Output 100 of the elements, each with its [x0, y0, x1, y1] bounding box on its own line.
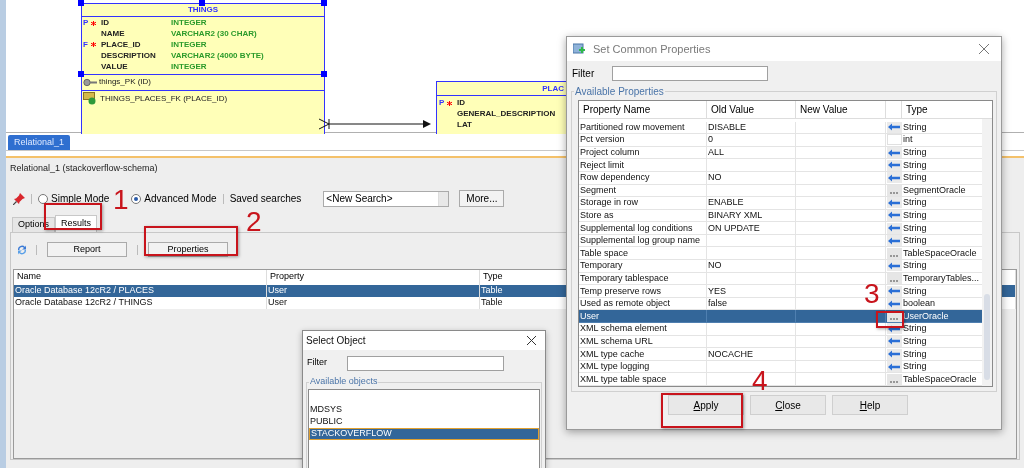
refresh-icon[interactable]: [16, 243, 28, 256]
selection-handle[interactable]: [321, 71, 327, 77]
more-button[interactable]: More...: [459, 190, 505, 207]
column-header[interactable]: Old Value: [707, 101, 796, 118]
column-name: VALUE: [101, 60, 129, 73]
arrow-icon: [888, 299, 900, 308]
table-cell: Row dependency: [579, 171, 707, 185]
table-cell: Pct version: [579, 134, 707, 147]
table-cell: ALL: [707, 146, 796, 160]
property-row[interactable]: Partitioned row movement DISABLE String: [579, 121, 982, 135]
property-row[interactable]: User UserOracle: [579, 310, 982, 324]
table-node[interactable]: PLAC P ID GENERAL_DESCRIPTION LAT: [436, 81, 566, 134]
step-number: 1: [113, 186, 129, 214]
diagram-tab[interactable]: Relational_1: [8, 135, 71, 150]
property-row[interactable]: XML schema URL String: [579, 335, 982, 349]
scrollbar[interactable]: [982, 118, 992, 386]
reset-value-button[interactable]: [886, 260, 902, 272]
reset-value-button[interactable]: [886, 361, 902, 373]
table-cell: Partitioned row movement: [579, 121, 707, 135]
report-button[interactable]: Report: [47, 242, 127, 257]
reset-value-button[interactable]: [886, 285, 902, 297]
property-row[interactable]: XML type cache NOCACHE String: [579, 348, 982, 361]
arrow-icon: [888, 211, 900, 220]
property-row[interactable]: Table space TableSpaceOracle: [579, 247, 982, 261]
arrow-icon: [888, 198, 900, 207]
browse-button[interactable]: [886, 247, 902, 259]
filter-field[interactable]: [612, 65, 768, 81]
step-number: 2: [246, 208, 262, 236]
reset-value-button[interactable]: [886, 298, 902, 310]
key-marker: P: [439, 97, 445, 110]
reset-value-button[interactable]: [886, 335, 902, 347]
property-row[interactable]: Segment SegmentOracle: [579, 184, 982, 198]
ellipsis-icon: [890, 279, 898, 282]
arrow-icon: [888, 362, 900, 371]
browse-button[interactable]: [886, 272, 902, 284]
list-item[interactable]: MDSYS: [309, 404, 539, 416]
arrow-icon: [888, 337, 900, 346]
dialog-button[interactable]: Help: [832, 395, 908, 415]
foreign-key-icon: [83, 92, 98, 106]
table-cell: Supplemental log conditions: [579, 222, 707, 235]
reset-value-button[interactable]: [886, 323, 902, 335]
dialog-button[interactable]: Close: [750, 395, 826, 415]
selection-handle[interactable]: [78, 0, 84, 6]
property-row[interactable]: Supplemental log group name String: [579, 234, 982, 248]
reset-value-button[interactable]: [886, 197, 902, 209]
reset-value-button[interactable]: [886, 235, 902, 247]
radio-label: Simple Mode: [51, 192, 110, 206]
key-marker: F: [83, 39, 88, 51]
column-type: INTEGER: [171, 39, 207, 51]
property-row[interactable]: Store as BINARY XML String: [579, 209, 982, 223]
ellipsis-icon: [890, 380, 898, 383]
table-cell: Segment: [579, 184, 707, 198]
table-cell: Reject limit: [579, 159, 707, 172]
table-cell: 0: [707, 134, 796, 147]
dialog-button[interactable]: Apply: [668, 395, 744, 415]
radio-button[interactable]: [131, 193, 142, 204]
property-row[interactable]: Temporary NO String: [579, 260, 982, 273]
table-cell: Temporary: [579, 260, 707, 273]
browse-button[interactable]: [886, 184, 902, 196]
column-type: VARCHAR2 (30 CHAR): [171, 28, 257, 41]
browse-button[interactable]: [886, 373, 902, 385]
reset-value-button[interactable]: [886, 121, 902, 133]
property-row[interactable]: Storage in row ENABLE String: [579, 197, 982, 210]
selection-handle[interactable]: [78, 71, 84, 77]
arrow-icon: [888, 261, 900, 270]
column-header[interactable]: Name: [14, 269, 267, 285]
reset-value-button[interactable]: [886, 159, 902, 171]
close-icon[interactable]: [527, 336, 536, 345]
column-header[interactable]: New Value: [796, 101, 886, 118]
selection-handle[interactable]: [321, 0, 327, 6]
pin-icon[interactable]: [13, 192, 25, 205]
saved-search-dropdown[interactable]: <New Search>: [323, 190, 450, 207]
arrow-icon: [888, 173, 900, 182]
column-header[interactable]: Property: [267, 269, 480, 285]
reset-value-button[interactable]: [886, 222, 902, 234]
table-node[interactable]: [81, 3, 325, 134]
dialog-icon: [573, 43, 587, 55]
column-header[interactable]: Type: [902, 101, 982, 118]
property-row[interactable]: XML schema element String: [579, 323, 982, 336]
column-name: PLACE_ID: [101, 39, 142, 51]
primary-key: things_PK (ID): [99, 76, 152, 89]
list-item[interactable]: PUBLIC: [309, 416, 539, 428]
group-label: Available Properties: [574, 84, 665, 99]
column-header[interactable]: Property Name: [579, 101, 707, 118]
property-row[interactable]: Project column ALL String: [579, 146, 982, 160]
property-row[interactable]: Supplemental log conditions ON UPDATE String: [579, 222, 982, 235]
reset-value-button[interactable]: [886, 147, 902, 158]
saved-searches-label: Saved searches: [229, 192, 302, 206]
reset-value-button[interactable]: [886, 348, 902, 360]
list-item[interactable]: STACKOVERFLOW: [309, 428, 539, 440]
table-cell: Project column: [579, 146, 707, 160]
property-row[interactable]: Row dependency NO String: [579, 171, 982, 185]
reset-value-button[interactable]: [886, 172, 902, 184]
radio-button[interactable]: [38, 193, 48, 204]
reset-value-button[interactable]: [886, 210, 902, 221]
selection-handle[interactable]: [199, 0, 205, 6]
property-row[interactable]: Pct version 0 int: [579, 134, 982, 147]
property-row[interactable]: Reject limit String: [579, 159, 982, 172]
filter-field[interactable]: [347, 355, 504, 371]
column-name: NAME: [101, 28, 126, 41]
